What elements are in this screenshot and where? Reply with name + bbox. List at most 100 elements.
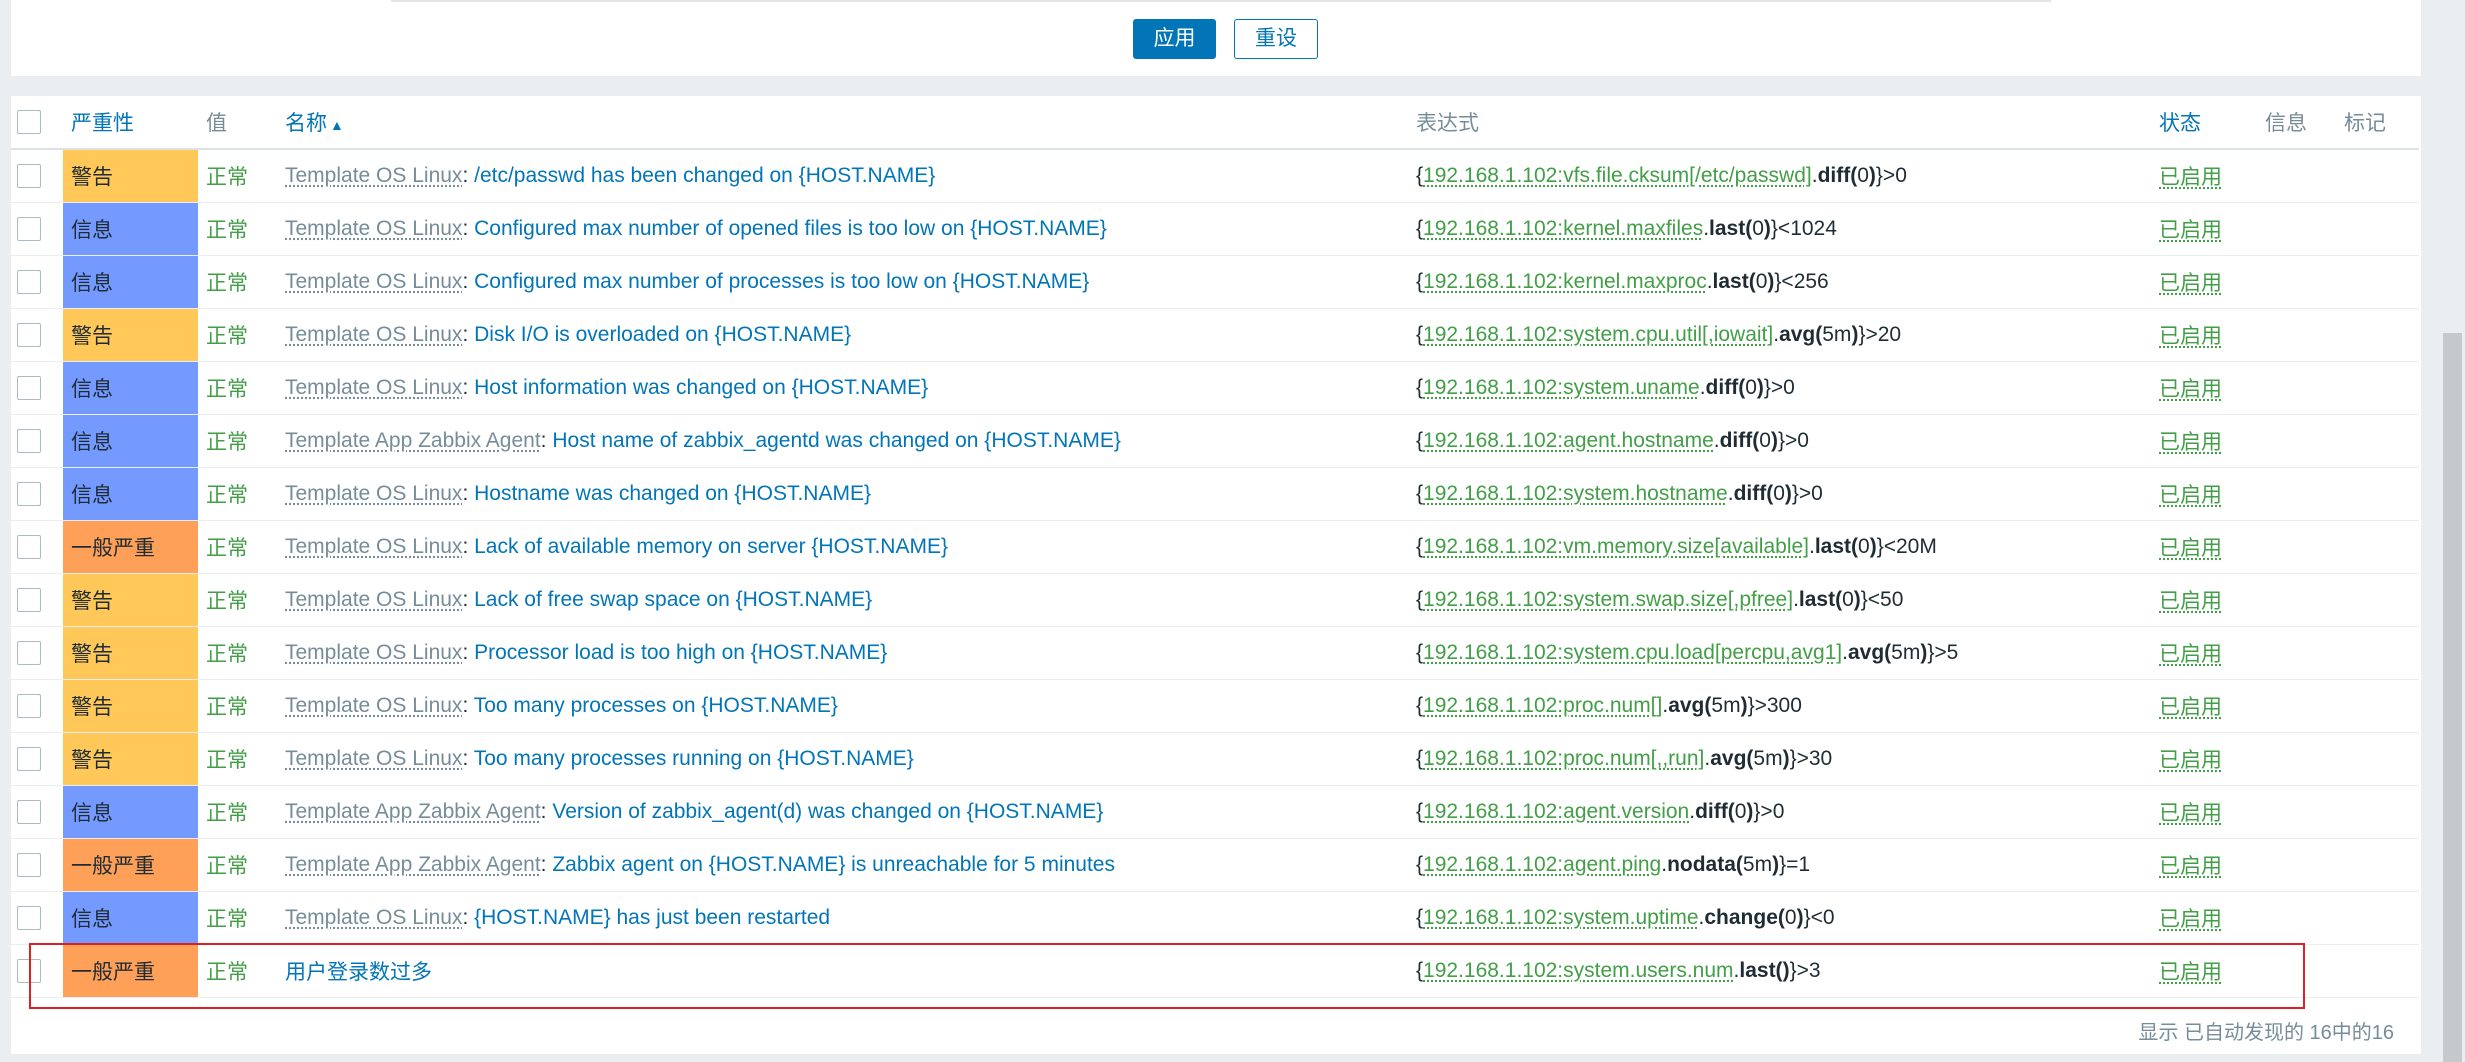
status-toggle[interactable]: 已启用: [2151, 272, 2222, 295]
trigger-name-link[interactable]: Host name of zabbix_agentd was changed o…: [552, 429, 1121, 452]
item-key-link[interactable]: 192.168.1.102:agent.version: [1423, 800, 1689, 823]
item-key-link[interactable]: 192.168.1.102:system.uname: [1423, 376, 1700, 399]
item-key-link[interactable]: 192.168.1.102:agent.ping: [1423, 853, 1661, 876]
expression-tail: }<256: [1774, 270, 1829, 293]
item-key-link[interactable]: 192.168.1.102:vfs.file.cksum[/etc/passwd…: [1423, 164, 1812, 187]
trigger-name-link[interactable]: Lack of free swap space on {HOST.NAME}: [474, 588, 872, 611]
template-link[interactable]: Template OS Linux: [285, 323, 462, 346]
reset-button[interactable]: 重设: [1234, 19, 1318, 59]
template-link[interactable]: Template OS Linux: [285, 535, 462, 558]
item-key-link[interactable]: 192.168.1.102:system.uptime: [1423, 906, 1699, 929]
row-checkbox[interactable]: [17, 694, 41, 718]
row-checkbox[interactable]: [17, 906, 41, 930]
status-toggle[interactable]: 已启用: [2151, 961, 2222, 984]
item-key-link[interactable]: 192.168.1.102:kernel.maxfiles: [1423, 217, 1703, 240]
row-checkbox[interactable]: [17, 747, 41, 771]
template-link[interactable]: Template App Zabbix Agent: [285, 429, 541, 452]
status-toggle[interactable]: 已启用: [2151, 378, 2222, 401]
row-checkbox[interactable]: [17, 959, 41, 983]
function-close: ): [1853, 588, 1861, 611]
row-checkbox[interactable]: [17, 535, 41, 559]
trigger-name-link[interactable]: Hostname was changed on {HOST.NAME}: [474, 482, 871, 505]
value-cell: 正常: [206, 166, 248, 189]
status-toggle[interactable]: 已启用: [2151, 749, 2222, 772]
name-column-header[interactable]: 名称 ▲: [277, 112, 344, 135]
template-link[interactable]: Template OS Linux: [285, 906, 462, 929]
trigger-name-link[interactable]: Configured max number of processes is to…: [474, 270, 1089, 293]
template-link[interactable]: Template OS Linux: [285, 588, 462, 611]
template-link[interactable]: Template OS Linux: [285, 694, 462, 717]
scrollbar-thumb[interactable]: [2443, 333, 2462, 1062]
item-key-link[interactable]: 192.168.1.102:proc.num[,,run]: [1423, 747, 1704, 770]
severity-column-header[interactable]: 严重性: [63, 112, 134, 135]
status-toggle[interactable]: 已启用: [2151, 166, 2222, 189]
item-key-link[interactable]: 192.168.1.102:system.cpu.util[,iowait]: [1423, 323, 1773, 346]
table-row: 警告 正常 Template OS Linux: Too many processe…: [11, 732, 2419, 786]
function-argument: 0: [1759, 429, 1771, 452]
status-toggle[interactable]: 已启用: [2151, 802, 2222, 825]
status-toggle[interactable]: 已启用: [2151, 855, 2222, 878]
row-checkbox[interactable]: [17, 482, 41, 506]
status-toggle[interactable]: 已启用: [2151, 908, 2222, 931]
item-key-link[interactable]: 192.168.1.102:kernel.maxproc: [1423, 270, 1707, 293]
trigger-name-link[interactable]: Host information was changed on {HOST.NA…: [474, 376, 928, 399]
status-column-header[interactable]: 状态: [2151, 112, 2201, 135]
status-toggle[interactable]: 已启用: [2151, 643, 2222, 666]
row-checkbox[interactable]: [17, 164, 41, 188]
status-toggle[interactable]: 已启用: [2151, 431, 2222, 454]
trigger-name-link[interactable]: 用户登录数过多: [285, 961, 432, 984]
row-checkbox[interactable]: [17, 429, 41, 453]
trigger-name-link[interactable]: Configured max number of opened files is…: [474, 217, 1107, 240]
status-toggle[interactable]: 已启用: [2151, 484, 2222, 507]
template-link[interactable]: Template OS Linux: [285, 747, 462, 770]
function-close: ): [1869, 535, 1877, 558]
item-key-link[interactable]: 192.168.1.102:system.users.num: [1423, 959, 1734, 982]
table-row: 一般严重 正常 用户登录数过多 {192.168.1.102:system.users…: [11, 944, 2419, 998]
item-key-link[interactable]: 192.168.1.102:system.hostname: [1423, 482, 1728, 505]
expression-tail: }>3: [1789, 959, 1821, 982]
function-argument: 0: [1858, 535, 1870, 558]
status-toggle[interactable]: 已启用: [2151, 219, 2222, 242]
trigger-name-link[interactable]: Too many processes on {HOST.NAME}: [474, 694, 838, 717]
select-all-checkbox[interactable]: [17, 110, 41, 134]
status-toggle[interactable]: 已启用: [2151, 325, 2222, 348]
apply-button[interactable]: 应用: [1133, 19, 1216, 59]
template-link[interactable]: Template App Zabbix Agent: [285, 800, 541, 823]
item-key-link[interactable]: 192.168.1.102:system.swap.size[,pfree]: [1423, 588, 1793, 611]
expression-tail: }<50: [1860, 588, 1904, 611]
template-link[interactable]: Template App Zabbix Agent: [285, 853, 541, 876]
trigger-name-link[interactable]: Lack of available memory on server {HOST…: [474, 535, 948, 558]
row-checkbox[interactable]: [17, 376, 41, 400]
expression-open: {: [1416, 217, 1424, 240]
row-checkbox[interactable]: [17, 217, 41, 241]
trigger-name-link[interactable]: /etc/passwd has been changed on {HOST.NA…: [474, 164, 935, 187]
row-checkbox[interactable]: [17, 853, 41, 877]
status-toggle[interactable]: 已启用: [2151, 696, 2222, 719]
row-checkbox[interactable]: [17, 641, 41, 665]
item-key-link[interactable]: 192.168.1.102:system.cpu.load[percpu,avg…: [1423, 641, 1842, 664]
trigger-name-link[interactable]: Zabbix agent on {HOST.NAME} is unreachab…: [552, 853, 1115, 876]
row-checkbox[interactable]: [17, 270, 41, 294]
item-key-link[interactable]: 192.168.1.102:agent.hostname: [1423, 429, 1714, 452]
status-toggle[interactable]: 已启用: [2151, 537, 2222, 560]
item-key-link[interactable]: 192.168.1.102:proc.num[]: [1423, 694, 1662, 717]
template-link[interactable]: Template OS Linux: [285, 376, 462, 399]
template-link[interactable]: Template OS Linux: [285, 482, 462, 505]
expression-cell: {192.168.1.102:kernel.maxproc.last(0)}<2…: [1408, 270, 1829, 293]
status-toggle[interactable]: 已启用: [2151, 590, 2222, 613]
trigger-name-link[interactable]: Disk I/O is overloaded on {HOST.NAME}: [474, 323, 851, 346]
row-checkbox[interactable]: [17, 800, 41, 824]
template-link[interactable]: Template OS Linux: [285, 641, 462, 664]
item-key-link[interactable]: 192.168.1.102:vm.memory.size[available]: [1423, 535, 1809, 558]
row-checkbox[interactable]: [17, 588, 41, 612]
trigger-name-link[interactable]: Version of zabbix_agent(d) was changed o…: [552, 800, 1103, 823]
trigger-name-link[interactable]: Processor load is too high on {HOST.NAME…: [474, 641, 887, 664]
expression-open: {: [1416, 270, 1424, 293]
template-link[interactable]: Template OS Linux: [285, 217, 462, 240]
row-checkbox[interactable]: [17, 323, 41, 347]
template-link[interactable]: Template OS Linux: [285, 164, 462, 187]
table-row: 信息 正常 Template OS Linux: Host information …: [11, 361, 2419, 415]
trigger-name-link[interactable]: {HOST.NAME} has just been restarted: [474, 906, 830, 929]
trigger-name-link[interactable]: Too many processes running on {HOST.NAME…: [474, 747, 914, 770]
template-link[interactable]: Template OS Linux: [285, 270, 462, 293]
